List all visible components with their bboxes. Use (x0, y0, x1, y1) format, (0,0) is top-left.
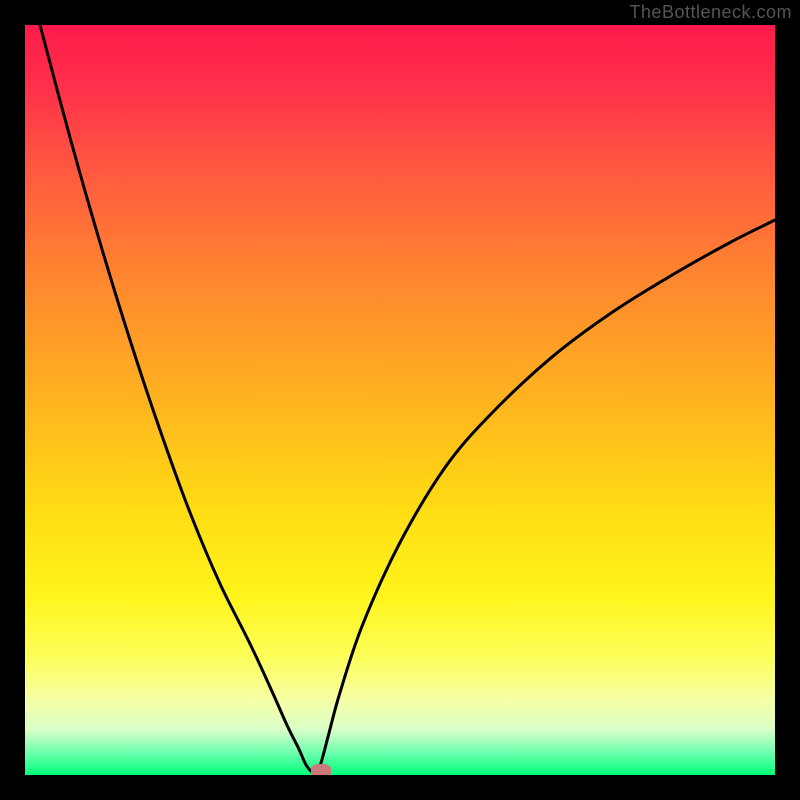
chart-frame: TheBottleneck.com (0, 0, 800, 800)
bottleneck-curve (25, 25, 775, 775)
watermark-text: TheBottleneck.com (629, 2, 792, 23)
optimal-point-marker (311, 764, 331, 775)
plot-area (25, 25, 775, 775)
